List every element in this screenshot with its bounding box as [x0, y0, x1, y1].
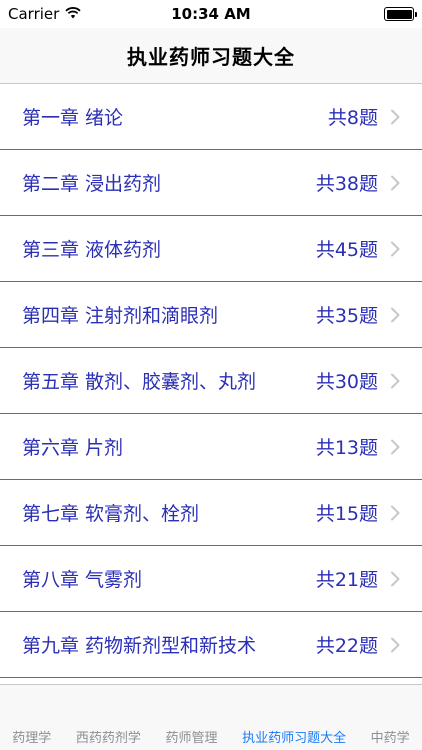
page-title: 执业药师习题大全: [127, 45, 295, 69]
chevron-right-icon: [390, 571, 402, 587]
tab-item[interactable]: 执业药师习题大全: [242, 727, 346, 746]
status-left: Carrier: [8, 5, 81, 23]
tab-bar: 药理学 西药药剂学 药师管理 执业药师习题大全 中药学: [0, 684, 422, 750]
wifi-icon: [65, 5, 81, 23]
chapter-title: 第五章 散剂、胶囊剂、丸剂: [22, 371, 257, 393]
question-count: 共15题: [315, 503, 378, 525]
question-count: 共22题: [315, 635, 378, 657]
question-count: 共45题: [315, 239, 378, 261]
chapter-row[interactable]: 第八章 气雾剂 共21题: [0, 546, 422, 612]
chevron-right-icon: [390, 241, 402, 257]
question-count: 共13题: [315, 437, 378, 459]
chapter-title: 第二章 浸出药剂: [22, 173, 162, 195]
chapter-row[interactable]: 第三章 液体药剂 共45题: [0, 216, 422, 282]
tab-item[interactable]: 药理学: [12, 727, 51, 746]
tab-item[interactable]: 西药药剂学: [76, 727, 141, 746]
carrier-label: Carrier: [8, 5, 60, 23]
chevron-right-icon: [390, 439, 402, 455]
question-count: 共30题: [315, 371, 378, 393]
chevron-right-icon: [390, 505, 402, 521]
chapter-title: 第七章 软膏剂、栓剂: [22, 503, 200, 525]
chapter-row[interactable]: 第二章 浸出药剂 共38题: [0, 150, 422, 216]
navigation-bar: 执业药师习题大全: [0, 28, 422, 84]
chapter-title: 第三章 液体药剂: [22, 239, 162, 261]
question-count: 共38题: [315, 173, 378, 195]
chapter-row[interactable]: 第九章 药物新剂型和新技术 共22题: [0, 612, 422, 678]
chevron-right-icon: [390, 109, 402, 125]
chapter-row[interactable]: 第一章 绪论 共8题: [0, 84, 422, 150]
battery-fill: [386, 9, 412, 19]
chapter-title: 第八章 气雾剂: [22, 569, 143, 591]
chapter-title: 第六章 片剂: [22, 437, 124, 459]
tab-item[interactable]: 药师管理: [165, 727, 217, 746]
question-count: 共8题: [327, 107, 378, 129]
battery-icon: [384, 7, 417, 21]
chapter-title: 第一章 绪论: [22, 107, 124, 129]
chapter-row[interactable]: 第七章 软膏剂、栓剂 共15题: [0, 480, 422, 546]
chevron-right-icon: [390, 637, 402, 653]
chapter-row[interactable]: 第四章 注射剂和滴眼剂 共35题: [0, 282, 422, 348]
chevron-right-icon: [390, 373, 402, 389]
tab-item[interactable]: 中药学: [371, 727, 410, 746]
question-count: 共35题: [315, 305, 378, 327]
chapter-title: 第九章 药物新剂型和新技术: [22, 635, 257, 657]
chapter-row[interactable]: 第六章 片剂 共13题: [0, 414, 422, 480]
chevron-right-icon: [390, 307, 402, 323]
status-bar: Carrier 10:34 AM: [0, 0, 422, 28]
chapter-list[interactable]: 第一章 绪论 共8题第二章 浸出药剂 共38题第三章 液体药剂 共45题第四章 注射剂…: [0, 84, 422, 684]
chapter-row[interactable]: 第五章 散剂、胶囊剂、丸剂 共30题: [0, 348, 422, 414]
question-count: 共21题: [315, 569, 378, 591]
chevron-right-icon: [390, 175, 402, 191]
chapter-title: 第四章 注射剂和滴眼剂: [22, 305, 219, 327]
